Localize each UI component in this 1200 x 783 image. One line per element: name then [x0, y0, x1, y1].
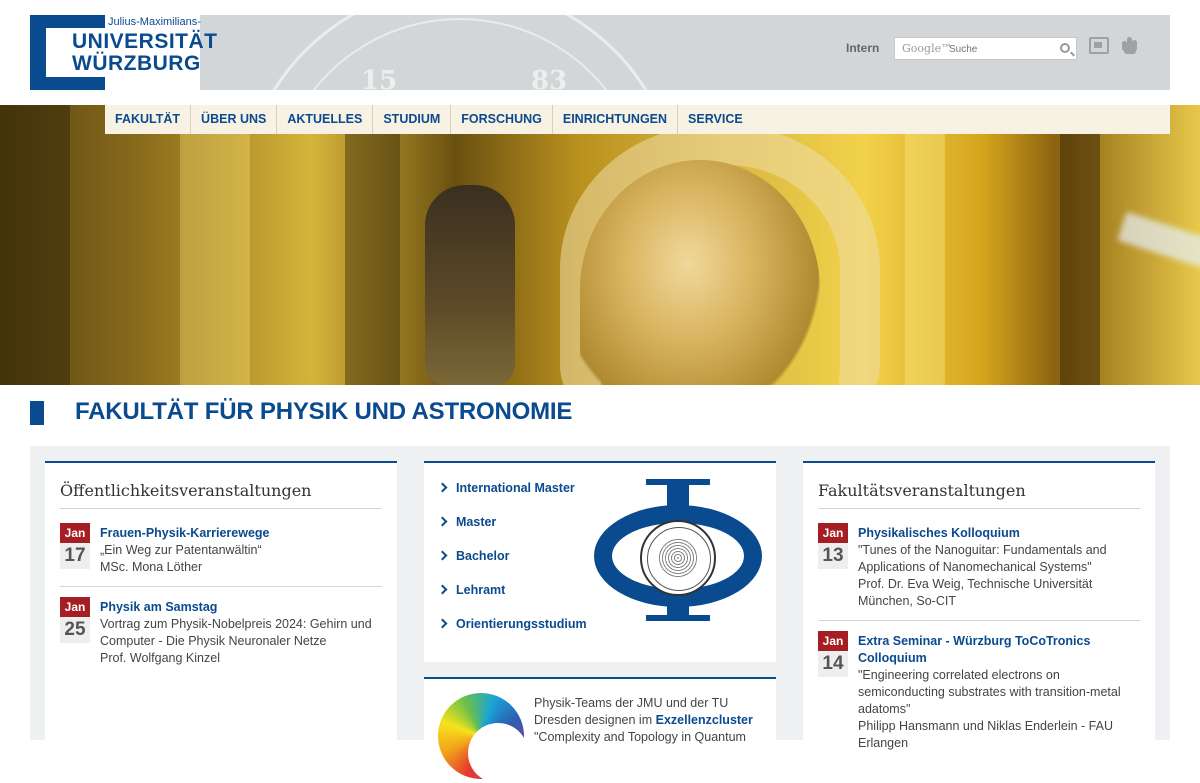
seal-number-right: 83: [531, 66, 568, 90]
public-events-heading: Öffentlichkeitsveranstaltungen: [60, 481, 312, 500]
event-subtitle: „Ein Weg zur Patentanwältin“: [100, 543, 262, 557]
nav-item-service[interactable]: SERVICE: [678, 105, 753, 134]
event-description: adatoms": [858, 702, 911, 716]
event-title[interactable]: Physikalisches Kolloquium: [858, 525, 1148, 542]
date-badge: Jan 13: [818, 523, 848, 569]
link-master[interactable]: Master: [437, 515, 587, 549]
event-speaker: MSc. Mona Löther: [100, 560, 203, 574]
chevron-right-icon: [437, 550, 448, 561]
main-navigation: FAKULTÄT ÜBER UNS AKTUELLES STUDIUM FORS…: [105, 105, 1170, 134]
date-badge: Jan 14: [818, 631, 848, 677]
event-title[interactable]: Frauen-Physik-Karrierewege: [100, 525, 390, 542]
date-day: 17: [60, 543, 90, 569]
event-description: Applications of Nanomechanical Systems": [858, 560, 1092, 574]
link-bachelor[interactable]: Bachelor: [437, 549, 587, 583]
faculty-events-box: Fakultätsveranstaltungen Jan 13 Physikal…: [803, 461, 1155, 751]
event-description: semiconducting substrates with transitio…: [858, 685, 1121, 699]
event-speaker: Erlangen: [858, 736, 909, 750]
date-month: Jan: [60, 597, 90, 617]
link-lehramt[interactable]: Lehramt: [437, 583, 587, 617]
divider: [60, 586, 382, 587]
date-month: Jan: [818, 523, 848, 543]
hero-image: [0, 105, 1200, 385]
logo-subtitle: Julius-Maximilians-: [108, 16, 201, 28]
cluster-promo-box: Physik-Teams der JMU und der TU Dresden …: [424, 677, 776, 783]
search-input[interactable]: [949, 40, 1049, 58]
chevron-right-icon: [437, 618, 448, 629]
event-description: "Tunes of the Nanoguitar: Fundamentals a…: [858, 543, 1107, 557]
nav-item-einrichtungen[interactable]: EINRICHTUNGEN: [553, 105, 679, 134]
event-description: "Engineering correlated electrons on: [858, 668, 1060, 682]
event-title[interactable]: Extra Seminar - Würzburg ToCoTronics: [858, 633, 1148, 650]
link-international-master[interactable]: International Master: [437, 481, 587, 515]
date-day: 13: [818, 543, 848, 569]
logo-word-wuerzburg: WÜRZBURG: [72, 52, 201, 75]
light-reflection: [1117, 211, 1200, 269]
study-links-list: International Master Master Bachelor Leh…: [437, 481, 587, 651]
date-badge: Jan 17: [60, 523, 90, 569]
chevron-right-icon: [437, 516, 448, 527]
promo-text: Physik-Teams der JMU und der TU Dresden …: [534, 696, 753, 744]
university-seal-icon: [640, 520, 716, 596]
search-icon[interactable]: [1060, 43, 1070, 53]
event-description: Computer - Die Physik Neuronaler Netze: [100, 634, 327, 648]
divider: [818, 620, 1140, 621]
divider: [60, 508, 382, 509]
link-orientierungsstudium[interactable]: Orientierungsstudium: [437, 617, 587, 651]
nav-item-aktuelles[interactable]: AKTUELLES: [277, 105, 374, 134]
title-accent-bar: [30, 401, 44, 425]
logo-bracket-bottom: [30, 77, 105, 90]
chevron-right-icon: [437, 584, 448, 595]
google-brand: Google™: [902, 42, 953, 55]
page-title: FAKULTÄT FÜR PHYSIK UND ASTRONOMIE: [75, 398, 573, 425]
event-title[interactable]: Physik am Samstag: [100, 599, 395, 616]
chevron-right-icon: [437, 482, 448, 493]
date-month: Jan: [818, 631, 848, 651]
nav-item-ueber-uns[interactable]: ÜBER UNS: [191, 105, 278, 134]
public-events-box: Öffentlichkeitsveranstaltungen Jan 17 Fr…: [45, 461, 397, 751]
event-speaker: München, So-CIT: [858, 594, 956, 608]
date-day: 14: [818, 651, 848, 677]
divider: [818, 508, 1140, 509]
study-programs-box: International Master Master Bachelor Leh…: [424, 461, 776, 662]
event-speaker: Philipp Hansmann und Niklas Enderlein - …: [858, 719, 1113, 733]
seal-number-left: 15: [361, 66, 398, 90]
logo-word-universitaet: UNIVERSITÄT: [72, 30, 218, 53]
date-day: 25: [60, 617, 90, 643]
nav-item-forschung[interactable]: FORSCHUNG: [451, 105, 553, 134]
event-title[interactable]: Colloquium: [858, 650, 1148, 667]
event-speaker: Prof. Wolfgang Kinzel: [100, 651, 220, 665]
event-description: Vortrag zum Physik-Nobelpreis 2024: Gehi…: [100, 617, 372, 631]
intern-link[interactable]: Intern: [846, 41, 879, 55]
nav-item-fakultaet[interactable]: FAKULTÄT: [105, 105, 192, 134]
exzellenzcluster-link[interactable]: Exzellenzcluster: [656, 713, 753, 727]
search-box: Google™: [894, 37, 1077, 60]
nav-item-studium[interactable]: STUDIUM: [373, 105, 452, 134]
physics-phi-logo: [594, 479, 762, 621]
event-speaker: Prof. Dr. Eva Weig, Technische Universit…: [858, 577, 1093, 591]
gloved-hand: [425, 185, 515, 385]
faculty-events-heading: Fakultätsveranstaltungen: [818, 481, 1026, 500]
sign-language-icon[interactable]: [1089, 37, 1109, 54]
university-logo[interactable]: Julius-Maximilians- UNIVERSITÄT WÜRZBURG: [30, 15, 217, 90]
date-month: Jan: [60, 523, 90, 543]
date-badge: Jan 25: [60, 597, 90, 643]
easy-language-hand-icon[interactable]: [1121, 35, 1139, 55]
university-seal-background: 15 83: [240, 15, 680, 90]
site-header: 15 83 Julius-Maximilians- UNIVERSITÄT WÜ…: [30, 15, 1170, 90]
content-area: Öffentlichkeitsveranstaltungen Jan 17 Fr…: [30, 446, 1170, 783]
color-wheel-graphic: [438, 693, 528, 783]
logo-bracket-top: [30, 15, 105, 28]
